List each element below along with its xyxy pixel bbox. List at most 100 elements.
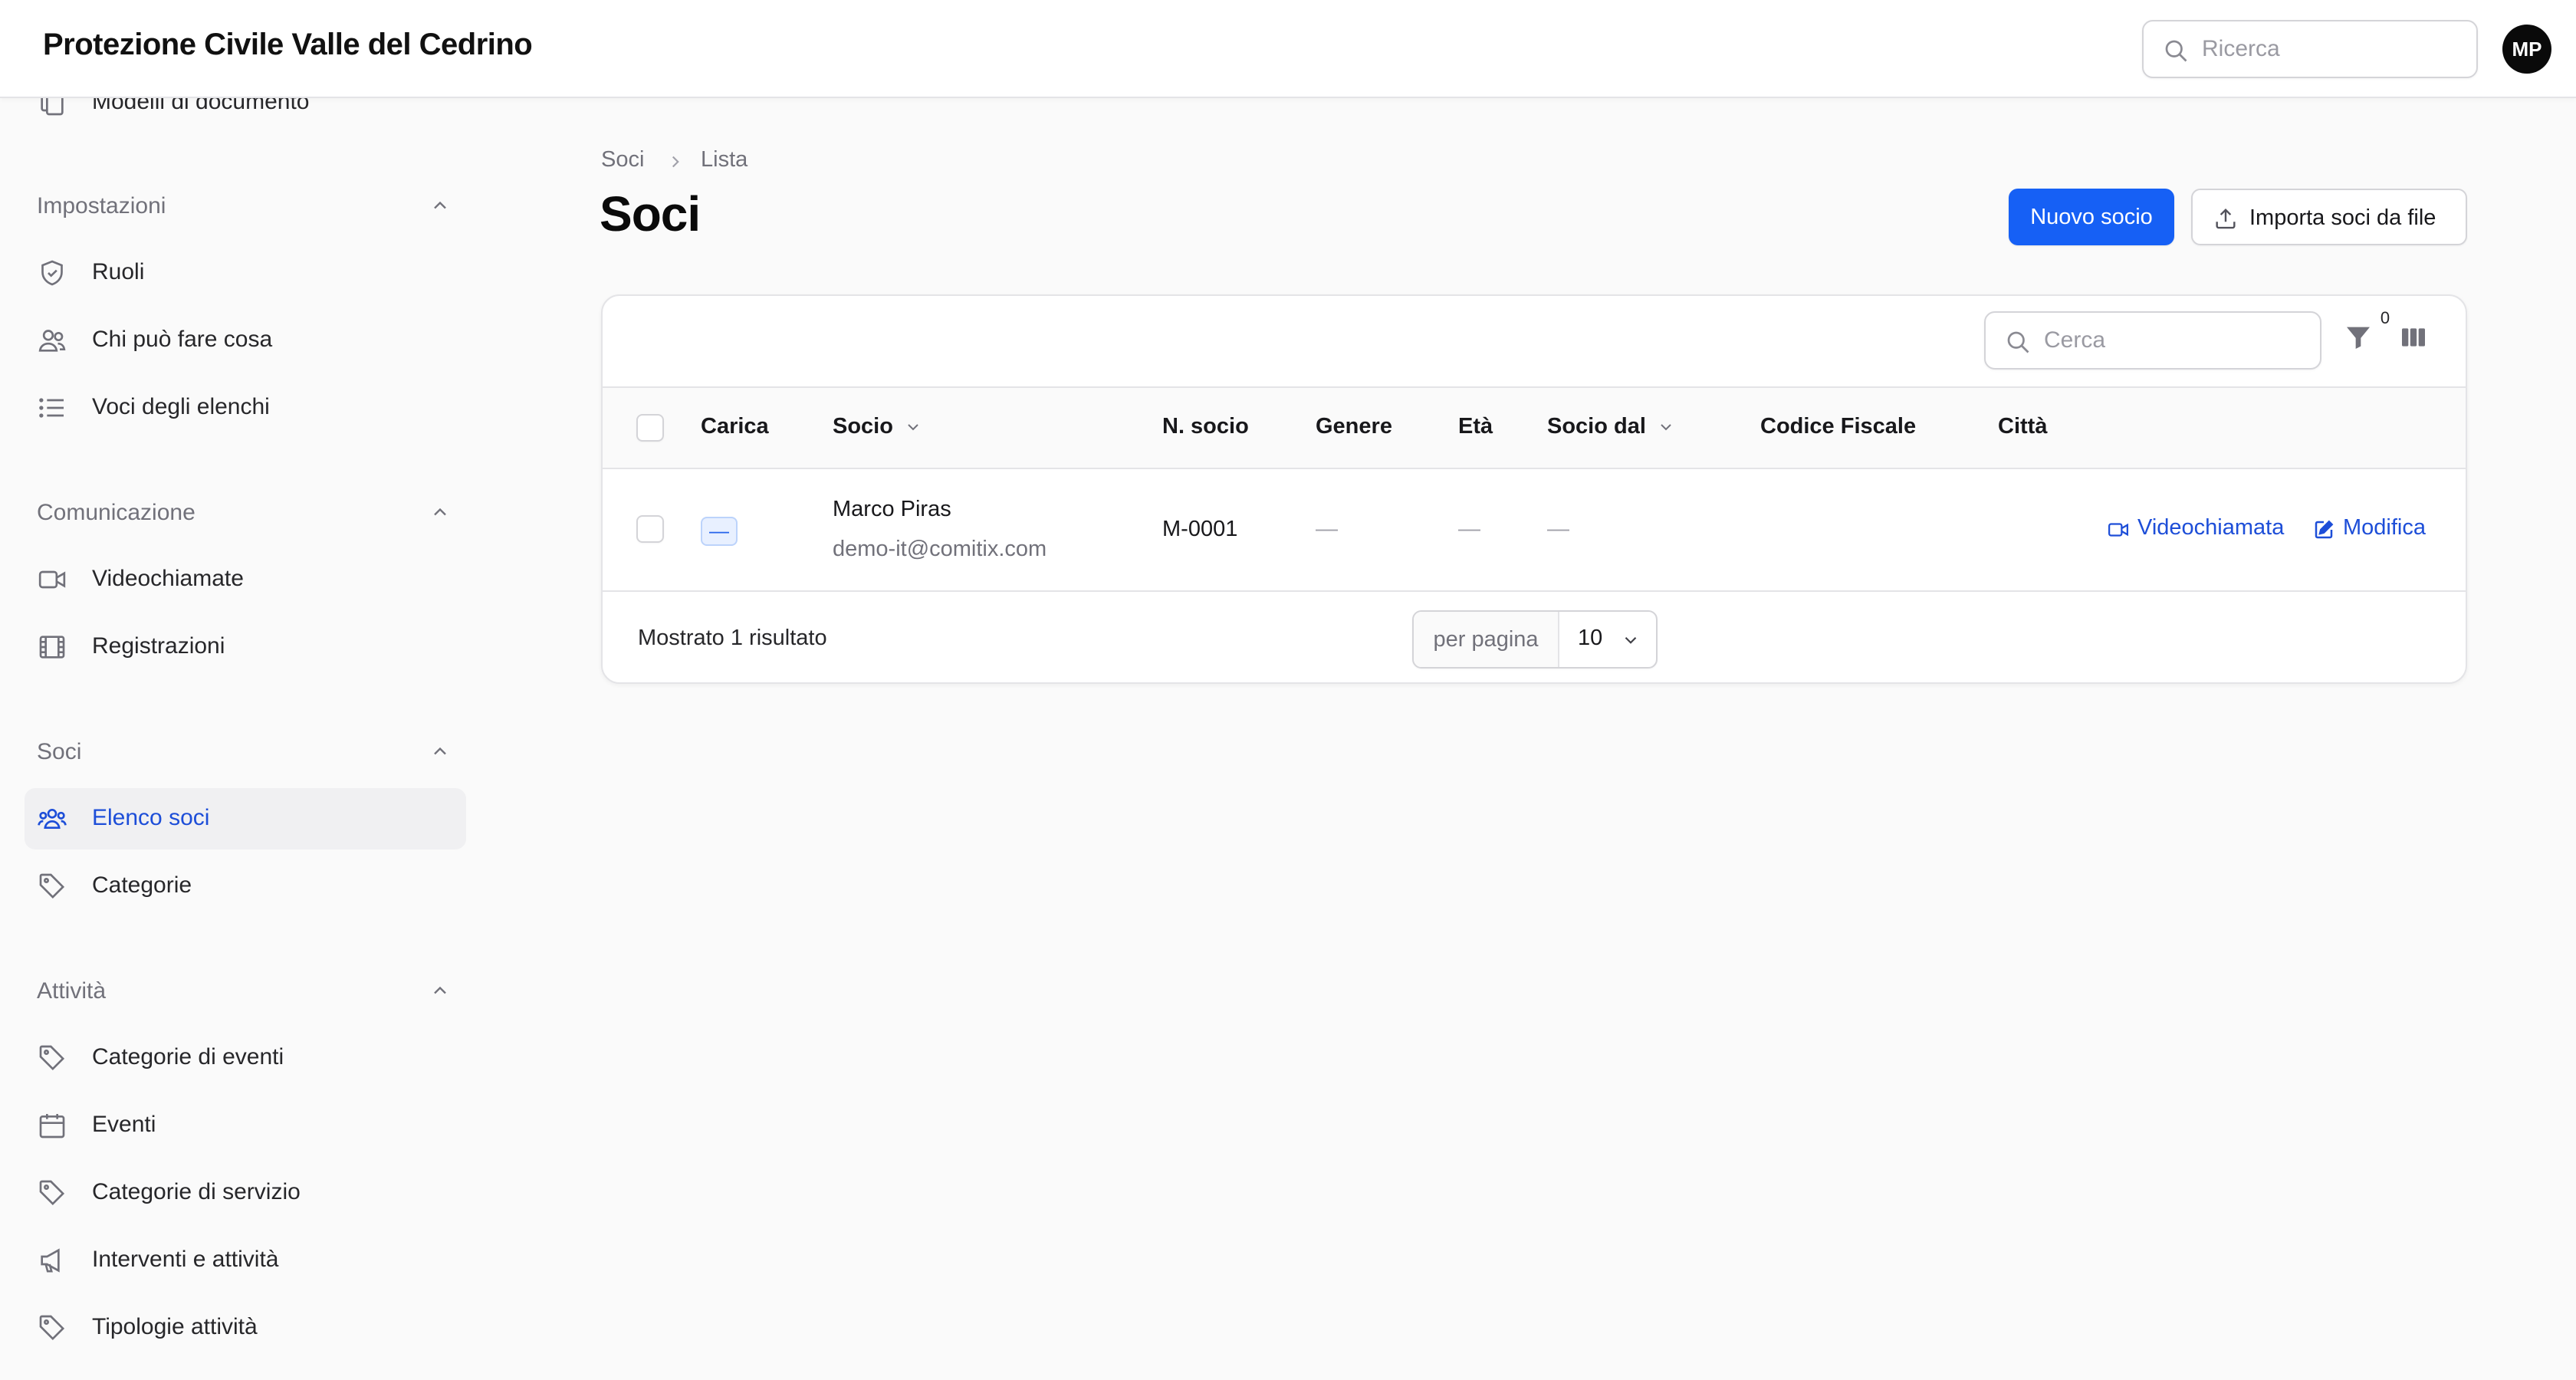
sidebar-item-label: Videochiamate [92,566,244,591]
results-count: Mostrato 1 risultato [638,626,827,650]
columns-icon [2398,322,2440,353]
sidebar-item-categorie-servizio[interactable]: Categorie di servizio [25,1162,466,1224]
edit-action-label: Modifica [2343,515,2426,540]
sidebar-item-label: Tipologie attività [92,1314,258,1339]
member-eta: — [1458,517,1480,541]
column-codice-fiscale: Codice Fiscale [1760,414,1917,439]
column-carica: Carica [701,414,769,439]
column-numero-socio: N. socio [1162,414,1249,439]
sidebar-item-chi-puo-fare-cosa[interactable]: Chi può fare cosa [25,310,466,371]
sidebar-item-voci-elenchi[interactable]: Voci degli elenchi [25,377,466,439]
columns-toggle-button[interactable] [2398,322,2440,360]
sidebar-item-label: Chi può fare cosa [92,327,273,352]
member-number: M-0001 [1162,517,1238,541]
table-search-input[interactable] [2044,324,2305,357]
member-socio-dal: — [1547,517,1569,541]
chevron-up-icon [429,980,451,1001]
group-label: Impostazioni [37,193,166,219]
table-header: Carica Socio N. socio Genere Età Socio d… [603,386,2466,469]
user-group-icon [37,803,67,834]
calendar-icon [37,1110,67,1141]
user-avatar[interactable]: MP [2502,25,2551,74]
chevron-up-icon [429,741,451,762]
sidebar-item-elenco-soci[interactable]: Elenco soci [25,788,466,849]
chevron-right-icon [665,152,685,172]
app-title[interactable]: Protezione Civile Valle del Cedrino [43,28,533,62]
group-label: Attività [37,978,107,1004]
per-page-select[interactable]: per pagina 10 [1412,610,1658,669]
chevron-down-icon [1621,630,1641,650]
column-label: Socio dal [1547,414,1646,439]
chevron-down-icon [1657,418,1675,436]
group-soci-header[interactable]: Soci [37,728,451,774]
sidebar-item-registrazioni[interactable]: Registrazioni [25,616,466,678]
videocall-action-label: Videochiamata [2137,515,2285,540]
upload-icon [2213,205,2239,232]
per-page-value: 10 [1578,626,1603,650]
search-icon [2162,37,2190,64]
sidebar-item-label: Categorie di servizio [92,1179,301,1204]
top-bar: Protezione Civile Valle del Cedrino MP [0,0,2576,98]
member-genere: — [1316,517,1338,541]
videocall-action[interactable]: Videochiamata [2107,514,2291,544]
group-label: Soci [37,739,82,764]
tag-icon [37,1178,67,1208]
list-icon [37,393,67,423]
chevron-down-icon [904,418,922,436]
column-eta: Età [1458,414,1493,439]
filter-count-badge: 0 [2374,307,2397,330]
sidebar-item-label: Categorie di eventi [92,1044,284,1070]
group-attivita-header[interactable]: Attività [37,968,451,1014]
chevron-up-icon [429,195,451,216]
sidebar-item-ruoli[interactable]: Ruoli [25,242,466,304]
import-button-label: Importa soci da file [2249,205,2436,230]
sidebar-item-label: Eventi [92,1112,156,1137]
import-members-button[interactable]: Importa soci da file [2191,189,2467,245]
search-icon [2004,328,2032,356]
megaphone-icon [37,1245,67,1276]
group-impostazioni-header[interactable]: Impostazioni [37,182,451,228]
new-member-button[interactable]: Nuovo socio [2009,189,2174,245]
sidebar-item-eventi[interactable]: Eventi [25,1095,466,1156]
column-socio-dal[interactable]: Socio dal [1547,414,1675,439]
table-search[interactable] [1984,311,2321,370]
sidebar-item-label: Voci degli elenchi [92,394,270,419]
users-icon [37,325,67,356]
tag-icon [37,1313,67,1343]
sidebar-item-label: Elenco soci [92,805,210,830]
group-comunicazione-header[interactable]: Comunicazione [37,489,451,535]
sidebar-item-label: Registrazioni [92,633,225,659]
pencil-square-icon [2312,518,2335,541]
sidebar-item-interventi-attivita[interactable]: Interventi e attività [25,1230,466,1291]
edit-action[interactable]: Modifica [2312,514,2435,544]
sidebar-item-categorie-eventi[interactable]: Categorie di eventi [25,1027,466,1089]
breadcrumb-lista[interactable]: Lista [701,147,748,172]
global-search[interactable] [2142,20,2478,78]
sidebar-item-categorie[interactable]: Categorie [25,856,466,917]
shield-check-icon [37,258,67,288]
tag-icon [37,871,67,902]
global-search-input[interactable] [2202,32,2463,66]
column-socio[interactable]: Socio [833,414,922,439]
tag-icon [37,1043,67,1073]
sidebar-item-label: Interventi e attività [92,1247,279,1272]
sidebar-item-videochiamate[interactable]: Videochiamate [25,549,466,610]
carica-badge: — [701,517,738,546]
video-camera-icon [2107,518,2130,541]
page-title: Soci [600,186,701,242]
member-name: Marco Piras [833,497,951,521]
breadcrumb-soci[interactable]: Soci [601,147,644,172]
column-genere: Genere [1316,414,1392,439]
members-table-card: 0 Carica Socio N. socio Genere Età Socio… [601,294,2467,684]
video-camera-icon [37,564,67,595]
per-page-label: per pagina [1414,612,1559,667]
chevron-up-icon [429,501,451,523]
select-all-checkbox[interactable] [636,414,664,442]
sidebar: Modelli di documento Impostazioni Ruoli … [0,89,491,1380]
sidebar-item-label: Categorie [92,872,192,898]
row-checkbox[interactable] [636,515,664,543]
sidebar-item-tipologie-attivita[interactable]: Tipologie attività [25,1297,466,1359]
table-row[interactable]: — Marco Piras demo-it@comitix.com M-0001… [603,469,2466,592]
column-citta: Città [1998,414,2048,439]
group-label: Comunicazione [37,500,196,525]
